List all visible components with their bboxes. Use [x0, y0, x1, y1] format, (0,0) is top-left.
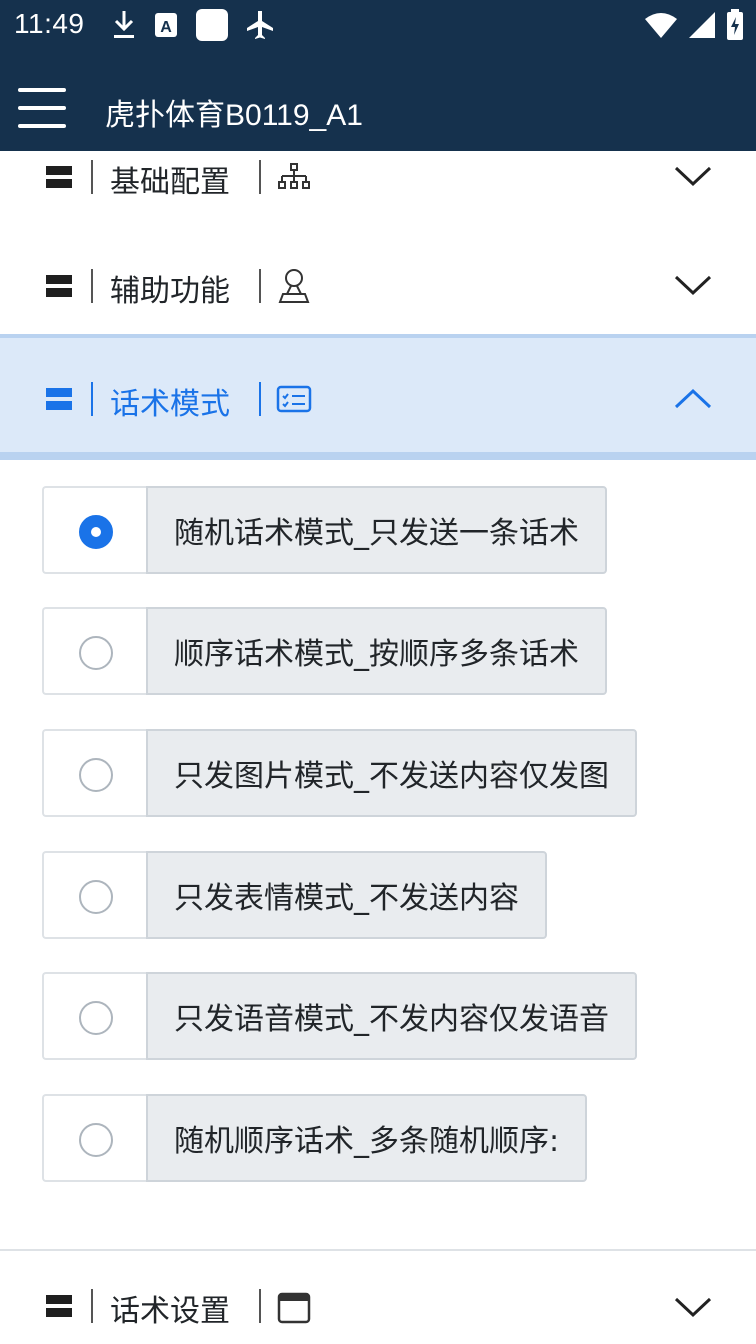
- radio-option-random-order[interactable]: 随机顺序话术_多条随机顺序:: [42, 1094, 588, 1182]
- radio-button[interactable]: [79, 515, 113, 549]
- section-script-mode[interactable]: 话术模式: [0, 334, 756, 460]
- airplane-icon: [247, 11, 273, 39]
- app-bar: 虎扑体育B0119_A1: [0, 52, 756, 151]
- signal-icon: [689, 12, 715, 38]
- section-label: 话术设置: [110, 1294, 230, 1329]
- chevron-down-icon[interactable]: [674, 274, 712, 296]
- divider: [259, 1289, 261, 1323]
- user-icon: [278, 269, 310, 303]
- divider: [91, 382, 93, 416]
- radio-option-sequential-script[interactable]: 顺序话术模式_按顺序多条话术: [42, 607, 607, 695]
- radio-button[interactable]: [79, 1123, 113, 1157]
- grip-icon: [46, 166, 72, 188]
- download-icon: [114, 11, 134, 38]
- status-icons-right: [644, 9, 744, 41]
- divider: [91, 160, 93, 194]
- radio-button[interactable]: [79, 1001, 113, 1035]
- radio-button[interactable]: [79, 636, 113, 670]
- radio-button[interactable]: [79, 880, 113, 914]
- section-label: 基础配置: [110, 165, 230, 200]
- option-label[interactable]: 顺序话术模式_按顺序多条话术: [146, 607, 607, 695]
- radio-button[interactable]: [79, 758, 113, 792]
- option-label[interactable]: 只发表情模式_不发送内容: [146, 851, 547, 939]
- divider: [91, 1289, 93, 1323]
- radio-box[interactable]: [42, 1094, 146, 1182]
- divider: [91, 269, 93, 303]
- radio-option-voice-only[interactable]: 只发语音模式_不发内容仅发语音: [42, 972, 637, 1060]
- divider: [259, 160, 261, 194]
- section-basic-config[interactable]: 基础配置: [0, 151, 756, 203]
- divider: [259, 269, 261, 303]
- status-icons-left: A: [112, 9, 274, 41]
- option-label[interactable]: 随机顺序话术_多条随机顺序:: [146, 1094, 588, 1182]
- radio-box[interactable]: [42, 972, 146, 1060]
- calendar-icon: [277, 1292, 311, 1324]
- grip-icon: [46, 275, 72, 297]
- radio-box[interactable]: [42, 486, 146, 574]
- id-card-icon: [276, 385, 312, 413]
- radio-option-image-only[interactable]: 只发图片模式_不发送内容仅发图: [42, 729, 637, 817]
- radio-box[interactable]: [42, 851, 146, 939]
- option-label[interactable]: 只发语音模式_不发内容仅发语音: [146, 972, 637, 1060]
- radio-box[interactable]: [42, 607, 146, 695]
- status-bar: 11:49 A: [0, 0, 756, 52]
- section-label: 话术模式: [110, 387, 230, 422]
- text-a-icon: A: [155, 13, 177, 37]
- chevron-down-icon[interactable]: [674, 165, 712, 187]
- chevron-up-icon[interactable]: [674, 388, 712, 410]
- radio-option-random-script[interactable]: 随机话术模式_只发送一条话术: [42, 486, 607, 574]
- divider: [259, 382, 261, 416]
- section-label: 辅助功能: [110, 274, 230, 309]
- app-title: 虎扑体育B0119_A1: [105, 99, 363, 132]
- white-square-icon: [196, 9, 228, 41]
- divider: [0, 1249, 756, 1251]
- status-time: 11:49: [14, 8, 85, 39]
- battery-charging-icon: [727, 9, 743, 40]
- radio-option-emoji-only[interactable]: 只发表情模式_不发送内容: [42, 851, 547, 939]
- grip-icon: [46, 388, 72, 410]
- wifi-icon: [645, 13, 677, 38]
- grip-icon: [46, 1295, 72, 1317]
- option-label[interactable]: 随机话术模式_只发送一条话术: [146, 486, 607, 574]
- sitemap-icon: [278, 163, 310, 189]
- chevron-down-icon[interactable]: [674, 1296, 712, 1318]
- radio-box[interactable]: [42, 729, 146, 817]
- section-script-settings[interactable]: 话术设置: [0, 1276, 756, 1336]
- svg-text:A: A: [160, 19, 172, 36]
- hamburger-menu-icon[interactable]: [18, 88, 66, 128]
- section-auxiliary-functions[interactable]: 辅助功能: [0, 250, 756, 322]
- option-label[interactable]: 只发图片模式_不发送内容仅发图: [146, 729, 637, 817]
